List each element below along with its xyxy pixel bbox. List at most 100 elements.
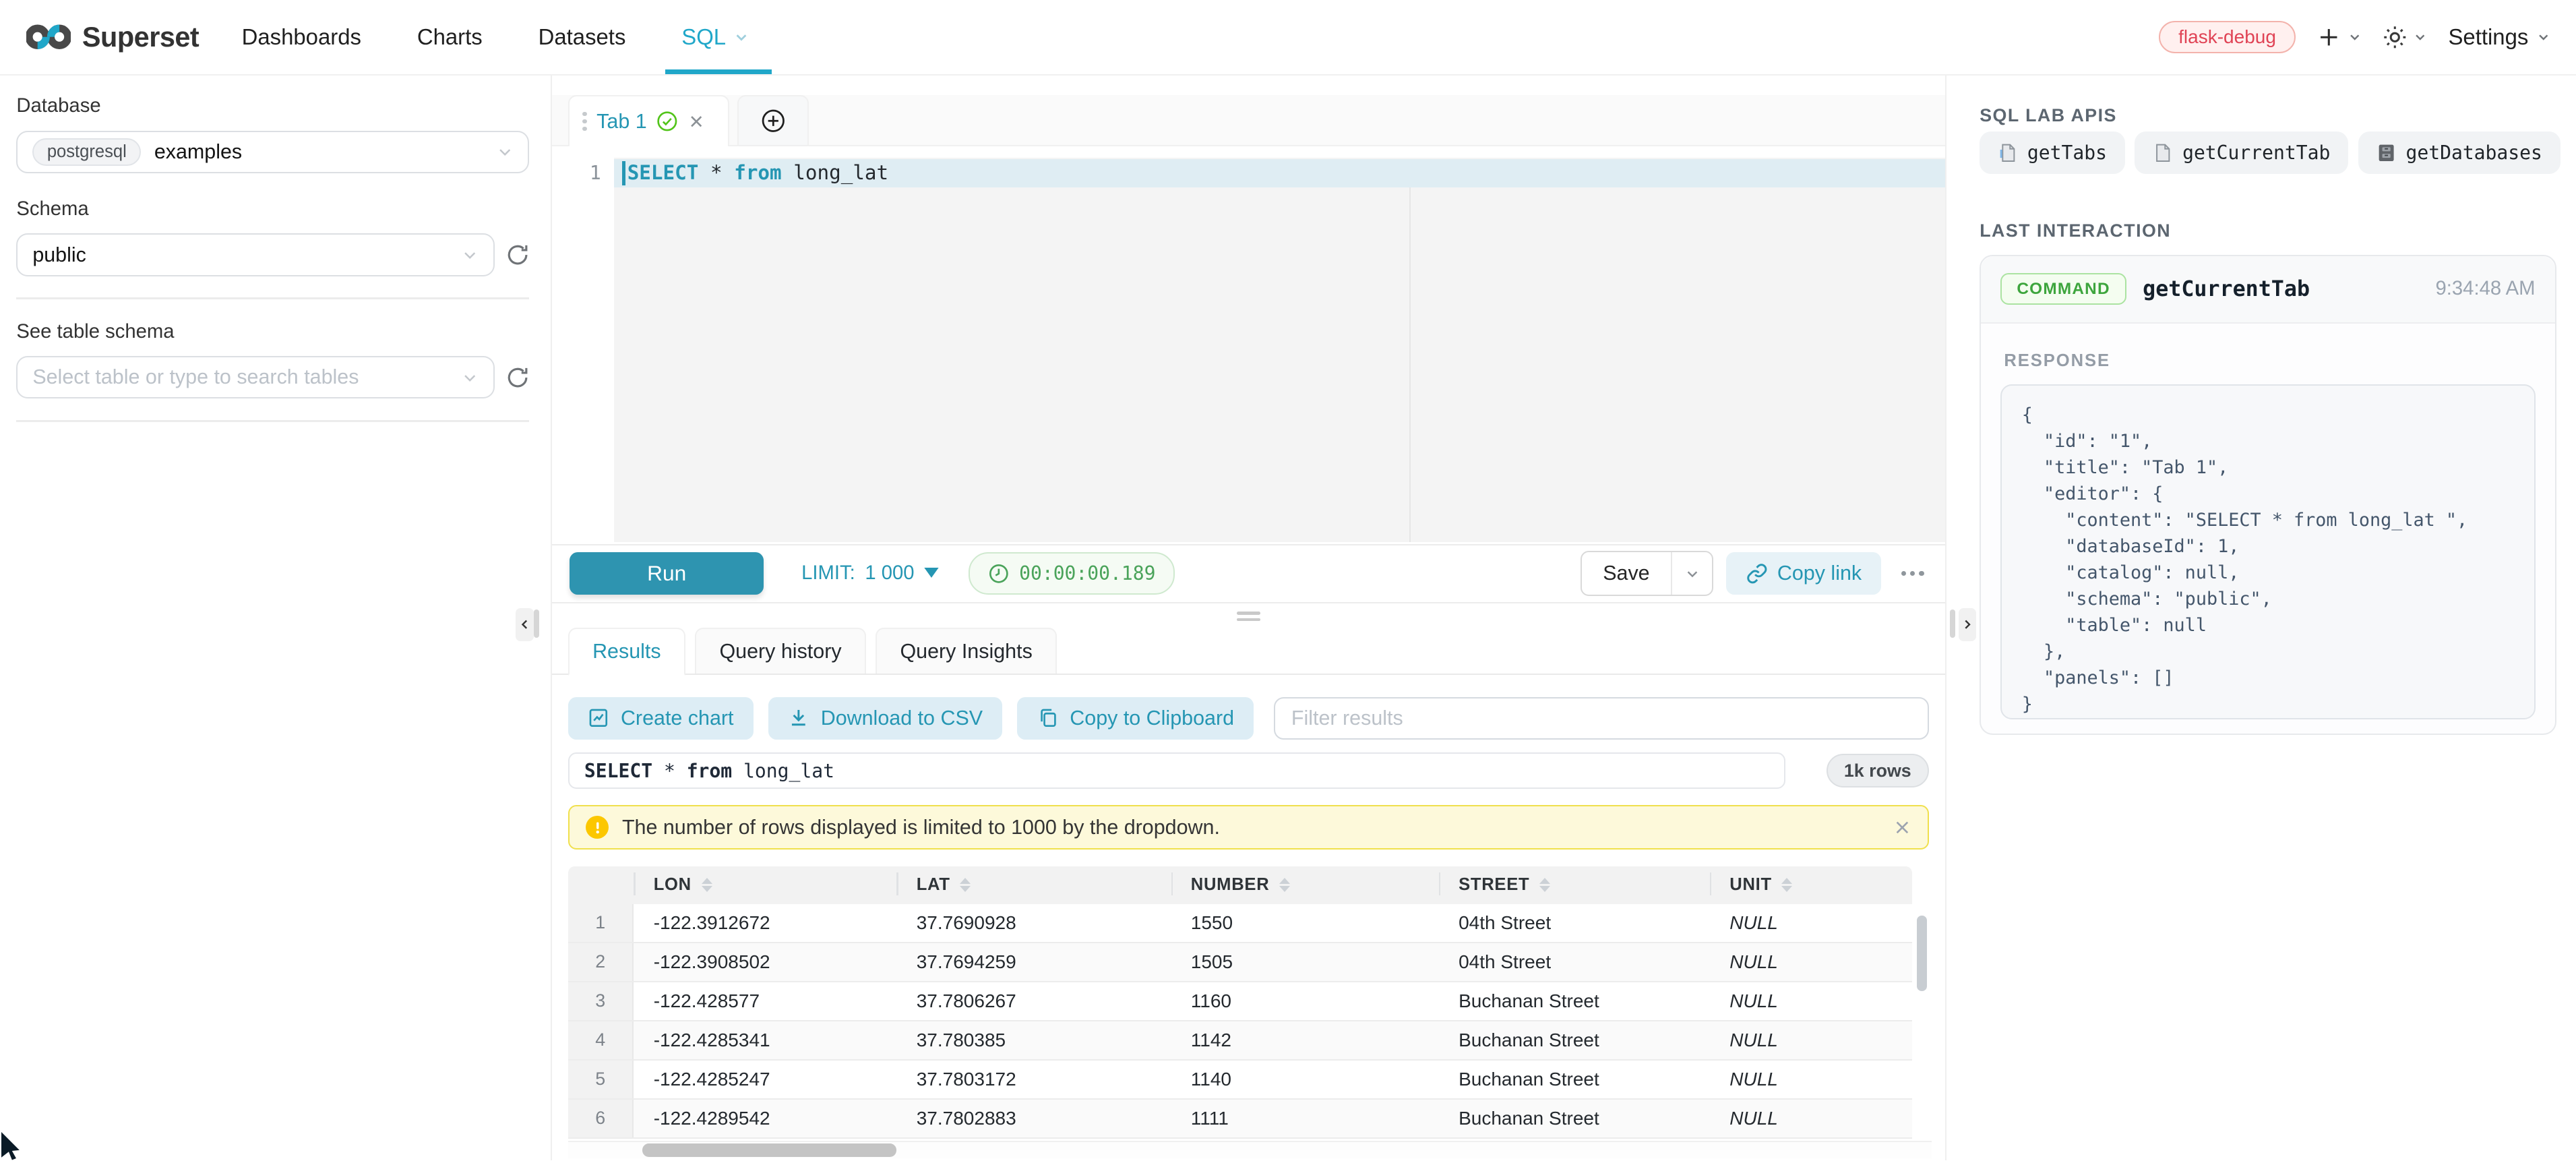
row-number: 2 <box>568 943 634 981</box>
database-label: Database <box>16 95 529 117</box>
editor-toolbar: Run LIMIT: 1 000 00:00:00.189 Save <box>552 544 1946 603</box>
table-row: 2 -122.3908502 37.7694259 1505 04th Stre… <box>568 943 1912 982</box>
table-cell: -122.3912672 <box>634 904 896 942</box>
column-header-lat[interactable]: LAT <box>896 866 1171 904</box>
refresh-tables-button[interactable] <box>506 366 529 389</box>
run-button[interactable]: Run <box>570 552 764 595</box>
command-name: getCurrentTab <box>2143 277 2310 301</box>
left-splitter-handle[interactable] <box>534 609 539 637</box>
new-tab-button[interactable] <box>737 95 809 144</box>
expand-right-panel-button[interactable] <box>1959 608 1977 641</box>
get-tabs-button[interactable]: getTabs <box>1980 131 2125 174</box>
table-cell: -122.4285247 <box>634 1061 896 1098</box>
settings-menu[interactable]: Settings <box>2448 24 2550 50</box>
tab-results[interactable]: Results <box>568 628 685 676</box>
copy-to-clipboard-button[interactable]: Copy to Clipboard <box>1017 697 1254 740</box>
schema-select[interactable]: public <box>16 233 494 276</box>
card-file-box-icon <box>2376 142 2396 164</box>
nav-item-dashboards[interactable]: Dashboards <box>242 0 361 74</box>
response-json-box: { "id": "1", "title": "Tab 1", "editor":… <box>2000 384 2535 719</box>
table-cell: 37.7803172 <box>896 1061 1171 1098</box>
limit-dropdown[interactable]: LIMIT: 1 000 <box>801 562 939 585</box>
table-cell: NULL <box>1710 904 1912 942</box>
theme-toggle-button[interactable] <box>2383 25 2427 50</box>
sql-editor-panel: Tab 1 1 SELECT * <box>551 76 1947 1160</box>
results-splitter-handle[interactable] <box>1237 612 1260 622</box>
navbar: Superset Dashboards Charts Datasets SQL … <box>0 0 2576 76</box>
table-vertical-scrollbar[interactable] <box>1917 916 1927 991</box>
json-line: "id": "1", <box>2022 428 2534 454</box>
chevron-down-icon <box>462 369 478 386</box>
table-cell: Buchanan Street <box>1439 1100 1710 1137</box>
table-cell: 04th Street <box>1439 943 1710 981</box>
column-header-unit[interactable]: UNIT <box>1710 866 1912 904</box>
sql-lab-sidebar: Database postgresql examples Schema publ… <box>0 76 542 1160</box>
table-select[interactable]: Select table or type to search tables <box>16 356 494 398</box>
drag-handle-icon <box>582 112 586 131</box>
table-header-row: LON LAT NUMBER STREET UNIT <box>568 866 1912 904</box>
table-row: 3 -122.428577 37.7806267 1160 Buchanan S… <box>568 982 1912 1021</box>
table-cell: 37.7694259 <box>896 943 1171 981</box>
copy-link-button[interactable]: Copy link <box>1726 552 1881 595</box>
right-splitter-handle[interactable] <box>1950 609 1955 637</box>
table-row: 4 -122.4285341 37.780385 1142 Buchanan S… <box>568 1021 1912 1061</box>
new-item-button[interactable] <box>2317 25 2361 50</box>
editor-tab-label: Tab 1 <box>596 110 647 133</box>
get-databases-button[interactable]: getDatabases <box>2358 131 2560 174</box>
query-timer-badge: 00:00:00.189 <box>969 552 1175 595</box>
last-interaction-card: COMMAND getCurrentTab 9:34:48 AM RESPONS… <box>1980 255 2556 735</box>
column-header-number[interactable]: NUMBER <box>1171 866 1439 904</box>
collapse-sidebar-button[interactable] <box>516 608 534 641</box>
plus-circle-icon <box>761 109 786 133</box>
tab-query-insights[interactable]: Query Insights <box>876 628 1057 674</box>
nav-item-charts[interactable]: Charts <box>417 0 483 74</box>
divider <box>16 420 529 421</box>
table-horizontal-scrollbar-track[interactable] <box>568 1141 1932 1158</box>
editor-gutter: 1 <box>560 158 614 542</box>
sort-icon <box>1539 878 1550 891</box>
text-cursor <box>622 161 625 186</box>
refresh-schemas-button[interactable] <box>506 243 529 266</box>
tab-query-history[interactable]: Query history <box>695 628 865 674</box>
table-cell: 04th Street <box>1439 904 1710 942</box>
row-limit-warning-banner: The number of rows displayed is limited … <box>568 805 1929 850</box>
line-number: 1 <box>560 159 601 187</box>
sql-lab-api-panel: SQL LAB APIS getTabs getCurrentTab <box>1980 76 2559 1160</box>
save-button[interactable]: Save <box>1582 552 1672 595</box>
close-icon[interactable] <box>1893 818 1911 837</box>
column-header-lon[interactable]: LON <box>634 866 896 904</box>
json-line: "panels": [] <box>2022 665 2534 691</box>
database-type-tag: postgresql <box>32 138 141 165</box>
get-current-tab-button[interactable]: getCurrentTab <box>2135 131 2348 174</box>
nav-item-datasets[interactable]: Datasets <box>539 0 626 74</box>
column-header-street[interactable]: STREET <box>1439 866 1710 904</box>
brand[interactable]: Superset <box>26 21 199 53</box>
filter-results-input[interactable] <box>1274 697 1930 740</box>
sql-code-editor[interactable]: 1 SELECT * from long_lat <box>560 158 1946 542</box>
table-cell: NULL <box>1710 1021 1912 1059</box>
warning-icon <box>586 816 609 839</box>
more-options-button[interactable] <box>1898 564 1928 583</box>
table-cell: -122.4285341 <box>634 1021 896 1059</box>
json-line: "schema": "public", <box>2022 586 2534 612</box>
create-chart-button[interactable]: Create chart <box>568 697 754 740</box>
row-number: 6 <box>568 1100 634 1137</box>
save-options-caret[interactable] <box>1671 552 1712 595</box>
close-tab-icon[interactable] <box>688 113 704 129</box>
api-buttons: getTabs getCurrentTab getDa <box>1980 131 2560 174</box>
response-label: RESPONSE <box>2004 351 2110 371</box>
table-cell: Buchanan Street <box>1439 1061 1710 1098</box>
tabs-file-icon <box>1998 142 2017 164</box>
chevron-down-icon <box>734 30 749 44</box>
database-select[interactable]: postgresql examples <box>16 131 529 173</box>
table-cell: NULL <box>1710 943 1912 981</box>
nav-item-sql[interactable]: SQL <box>681 0 749 74</box>
mouse-cursor-icon <box>1 1132 21 1160</box>
table-horizontal-scrollbar-thumb[interactable] <box>642 1143 897 1157</box>
table-cell: NULL <box>1710 1061 1912 1098</box>
clock-icon <box>988 563 1010 585</box>
editor-tab-1[interactable]: Tab 1 <box>568 95 729 146</box>
sql-code-line: SELECT * from long_lat <box>627 159 888 187</box>
table-cell: 37.7802883 <box>896 1100 1171 1137</box>
download-csv-button[interactable]: Download to CSV <box>768 697 1003 740</box>
